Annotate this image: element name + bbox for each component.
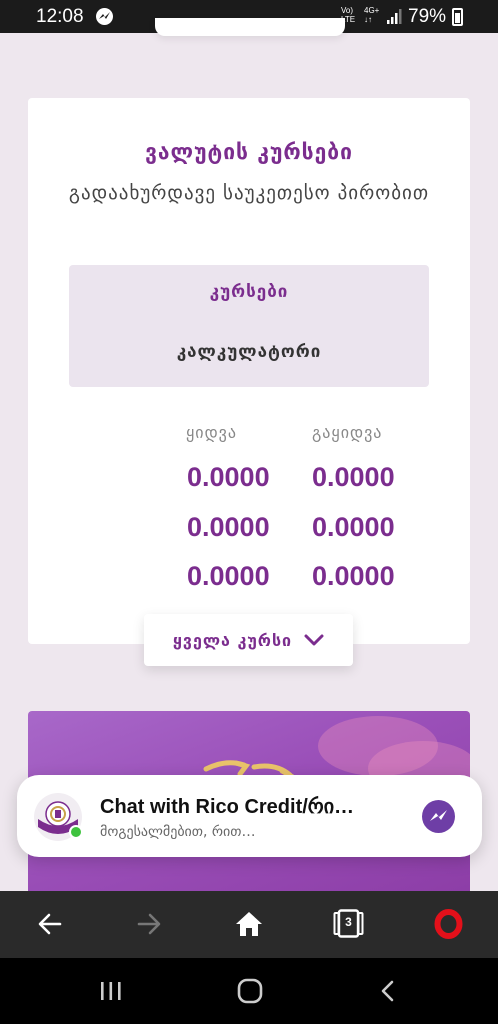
messenger-icon[interactable] — [422, 800, 455, 833]
rate-buy: 0.0000 — [187, 561, 270, 591]
exchange-rates-card: ვალუტის კურსები გადაახურდავე საუკეთესო პ… — [28, 98, 470, 644]
column-header-sell: გაყიდვა — [312, 423, 383, 442]
battery-icon — [452, 8, 463, 26]
tab-calculator[interactable]: კალკულატორი — [69, 342, 429, 362]
rate-buy: 0.0000 — [187, 462, 270, 492]
browser-toolbar: 3 — [0, 891, 498, 958]
header-pill — [155, 18, 345, 36]
card-subtitle: გადაახურდავე საუკეთესო პირობით — [68, 182, 430, 204]
all-rates-label: ყველა კურსი — [172, 630, 293, 650]
rate-buy: 0.0000 — [187, 512, 270, 542]
status-time: 12:08 — [36, 6, 84, 27]
network-indicator: 4G+ ↓↑ — [364, 6, 380, 24]
card-title: ვალუტის კურსები — [145, 140, 353, 164]
battery-level: 79% — [408, 6, 447, 27]
back-arrow-icon[interactable] — [38, 913, 62, 935]
signal-icon — [387, 9, 402, 24]
tab-count: 3 — [345, 915, 352, 929]
messenger-chat-popup[interactable]: Chat with Rico Credit/რი… მოგესალმებით, … — [17, 775, 482, 857]
tabs-button[interactable]: 3 — [333, 909, 364, 938]
online-indicator — [69, 825, 83, 839]
rate-sell: 0.0000 — [312, 561, 395, 591]
system-navigation-bar — [0, 958, 498, 1024]
rate-sell: 0.0000 — [312, 462, 395, 492]
column-header-buy: ყიდვა — [186, 423, 237, 442]
back-nav-icon[interactable] — [380, 980, 396, 1002]
chevron-down-icon — [304, 634, 324, 646]
rate-sell: 0.0000 — [312, 512, 395, 542]
messenger-notification-icon — [96, 8, 113, 25]
chat-preview: მოგესალმებით, რით… — [100, 824, 256, 840]
all-rates-button[interactable]: ყველა კურსი — [144, 614, 353, 666]
chat-title: Chat with Rico Credit/რი… — [100, 796, 355, 818]
tab-rates[interactable]: კურსები — [69, 282, 429, 302]
home-icon[interactable] — [235, 911, 263, 937]
recent-apps-icon[interactable] — [100, 982, 122, 1000]
home-nav-icon[interactable] — [237, 978, 263, 1004]
rates-tabs: კურსები კალკულატორი — [69, 265, 429, 387]
forward-arrow-icon[interactable] — [137, 913, 161, 935]
opera-menu-icon[interactable] — [434, 909, 463, 939]
